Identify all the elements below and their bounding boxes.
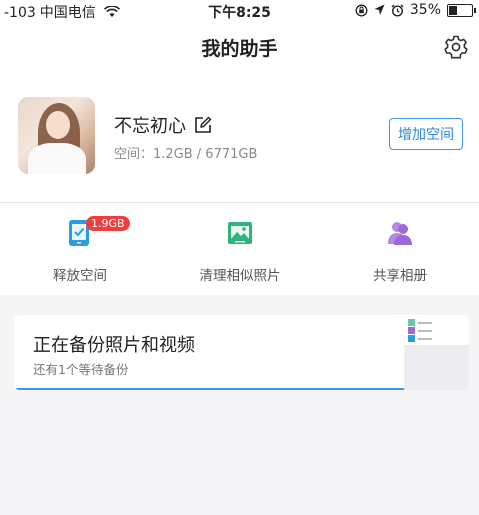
photo-icon [228, 222, 252, 244]
thumbnail-row [408, 327, 463, 334]
action-label: 清理相似照片 [199, 268, 281, 284]
action-free-space[interactable]: 1.9GB 释放空间 [0, 216, 160, 284]
battery-icon [447, 3, 476, 17]
avatar-face [46, 111, 70, 139]
avatar-shirt [28, 143, 86, 174]
action-label: 共享相册 [373, 268, 427, 284]
divider [0, 202, 479, 203]
action-label: 释放空间 [53, 268, 107, 284]
gear-icon[interactable] [443, 34, 469, 60]
rotation-lock-icon [355, 4, 368, 16]
alarm-icon [391, 4, 404, 17]
status-bar: -103 中国电信 下午8:25 35% [0, 0, 479, 22]
add-space-button[interactable]: 增加空间 [389, 118, 463, 150]
backup-progress-bar [14, 388, 404, 390]
action-icon-wrap: 1.9GB [65, 216, 130, 248]
action-icon-wrap [385, 218, 415, 248]
backup-title: 正在备份照片和视频 [33, 335, 195, 356]
battery-fill [449, 5, 458, 15]
backup-subtitle: 还有1个等待备份 [33, 362, 129, 377]
username: 不忘初心 [114, 116, 186, 137]
backup-preview-thumbnail [404, 315, 469, 390]
action-shared-album[interactable]: 共享相册 [320, 218, 479, 284]
action-icon-wrap [225, 218, 255, 248]
action-clean-similar-photos[interactable]: 清理相似照片 [160, 218, 320, 284]
backup-card[interactable]: 正在备份照片和视频 还有1个等待备份 [14, 315, 469, 390]
thumbnail-row [408, 335, 463, 342]
page-title: 我的助手 [201, 38, 278, 60]
username-row: 不忘初心 [114, 112, 212, 138]
status-right: 35% [355, 2, 476, 18]
avatar[interactable] [18, 97, 95, 174]
location-icon [374, 4, 385, 15]
edit-icon[interactable] [194, 116, 212, 134]
thumbnail-row [408, 319, 463, 326]
free-space-badge: 1.9GB [86, 216, 130, 231]
battery-percent: 35% [409, 2, 441, 18]
storage-usage-text: 空间：1.2GB / 6771GB [114, 147, 258, 162]
people-icon [388, 222, 412, 245]
